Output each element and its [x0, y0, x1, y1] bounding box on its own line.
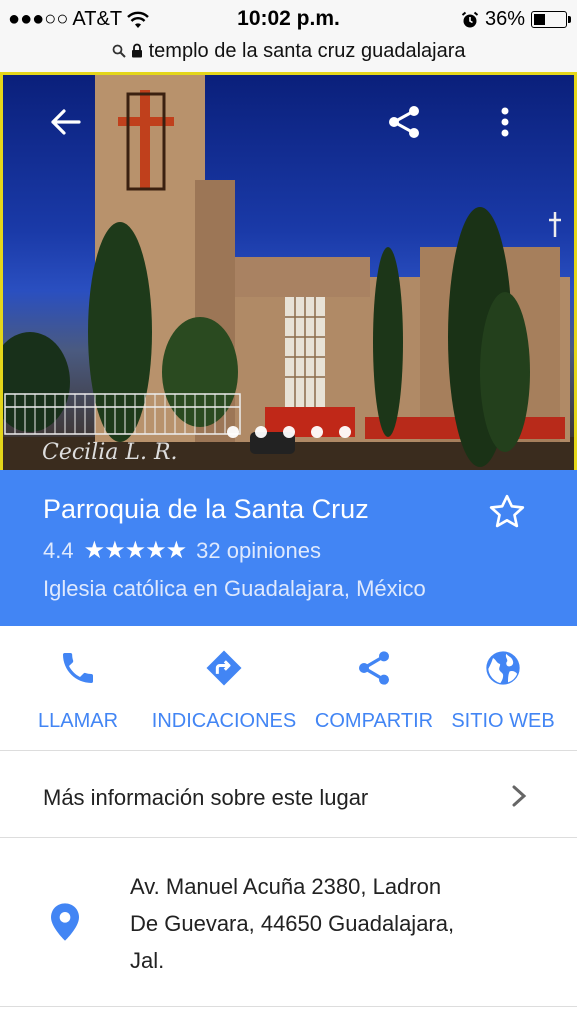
- url-query: templo de la santa cruz guadalajara: [148, 40, 466, 62]
- place-photo[interactable]: Cecilia L. R.: [0, 72, 577, 470]
- pager-dot[interactable]: [310, 426, 323, 438]
- more-info-label: Más información sobre este lugar: [43, 785, 369, 810]
- star-outline-icon: [489, 494, 525, 528]
- directions-label: INDICACIONES: [151, 710, 297, 732]
- more-info-row[interactable]: Más información sobre este lugar: [0, 751, 577, 838]
- call-label: LLAMAR: [37, 710, 119, 732]
- directions-button[interactable]: INDICACIONES: [140, 626, 308, 750]
- rating-value: 4.4: [43, 537, 74, 563]
- back-button[interactable]: [41, 98, 89, 146]
- place-header-card: Parroquia de la Santa Cruz 4.4 ★★★★★ 32 …: [0, 470, 577, 626]
- share-button[interactable]: COMPARTIR: [308, 626, 440, 750]
- rating-stars-icon: ★★★★★: [83, 537, 188, 564]
- battery-icon: [531, 11, 571, 28]
- action-bar: LLAMAR INDICACIONES COMPARTIR SITIO WEB: [0, 626, 577, 751]
- review-count: 32 opiniones: [196, 537, 321, 563]
- save-star-button[interactable]: [487, 492, 527, 532]
- lock-icon: [132, 43, 143, 58]
- phone-icon: [63, 653, 93, 683]
- share-header-button[interactable]: [380, 98, 428, 146]
- place-category: Iglesia católica en Guadalajara, México: [43, 576, 426, 601]
- website-label: SITIO WEB: [451, 710, 555, 732]
- address-text: Av. Manuel Acuña 2380, Ladron De Guevara…: [130, 868, 530, 979]
- place-name: Parroquia de la Santa Cruz: [43, 494, 369, 524]
- photo-pager-dots[interactable]: [0, 426, 577, 438]
- battery-percent: 36%: [484, 8, 525, 30]
- overflow-menu-button[interactable]: [481, 98, 529, 146]
- pager-dot[interactable]: [254, 426, 267, 438]
- alarm-icon: [461, 11, 479, 27]
- share-icon: [359, 651, 389, 685]
- address-line-3: Jal.: [130, 948, 165, 973]
- search-icon: [112, 44, 126, 58]
- share-label: COMPARTIR: [314, 710, 434, 732]
- status-bar: ●●●○○ AT&T 10:02 p.m. 36%: [0, 0, 577, 38]
- pager-dot[interactable]: [226, 426, 239, 438]
- address-line-2: De Guevara, 44650 Guadalajara,: [130, 911, 455, 936]
- globe-icon: [486, 651, 520, 685]
- pager-dot[interactable]: [338, 426, 351, 438]
- call-button[interactable]: LLAMAR: [22, 626, 134, 750]
- rating-row[interactable]: 4.4 ★★★★★ 32 opiniones: [43, 536, 321, 565]
- pager-dot[interactable]: [282, 426, 295, 438]
- chevron-right-icon: [512, 785, 527, 807]
- share-icon: [389, 106, 419, 138]
- photo-watermark: Cecilia L. R.: [42, 440, 178, 465]
- address-line-1: Av. Manuel Acuña 2380, Ladron: [130, 874, 442, 899]
- location-pin-icon: [51, 903, 79, 941]
- status-right: 36%: [461, 8, 571, 31]
- address-row[interactable]: Av. Manuel Acuña 2380, Ladron De Guevara…: [0, 838, 577, 1007]
- website-button[interactable]: SITIO WEB: [440, 626, 566, 750]
- url-bar[interactable]: templo de la santa cruz guadalajara: [0, 38, 577, 73]
- more-vert-icon: [501, 107, 509, 137]
- directions-icon: [206, 650, 242, 686]
- arrow-back-icon: [51, 109, 81, 135]
